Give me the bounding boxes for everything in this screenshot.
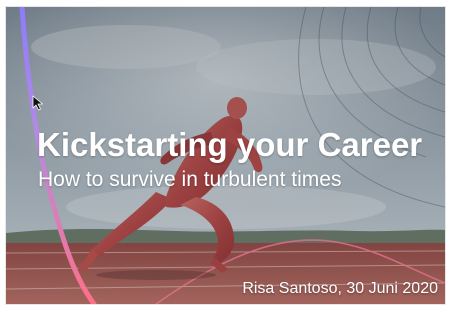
presentation-slide[interactable]: Kickstarting your Career How to survive … [6, 7, 445, 304]
mouse-pointer-icon [32, 95, 43, 111]
slide-subtitle: How to survive in turbulent times [38, 168, 342, 191]
slide-title: Kickstarting your Career [37, 126, 423, 163]
author-date: Risa Santoso, 30 Juni 2020 [242, 280, 438, 297]
